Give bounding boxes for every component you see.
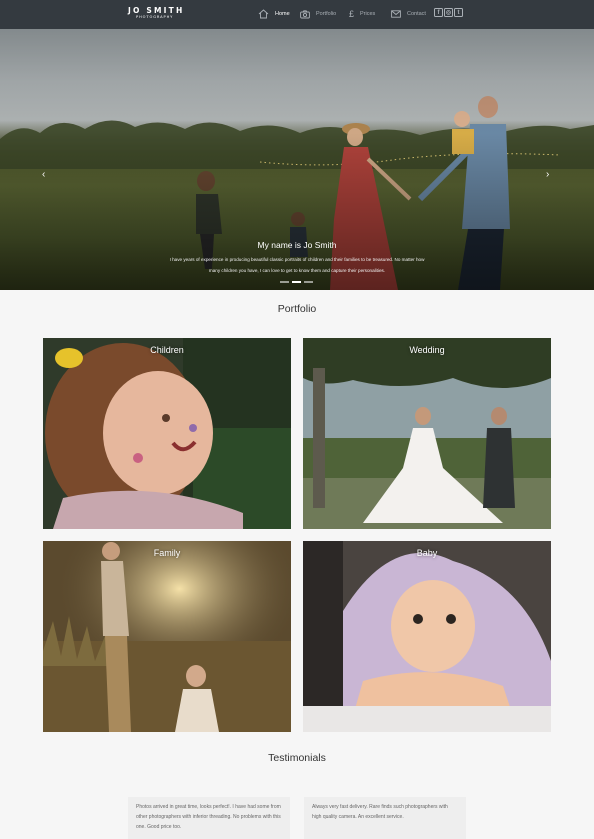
wedding-photo <box>303 338 551 529</box>
nav-home[interactable]: Home <box>258 8 290 20</box>
carousel-prev-button[interactable]: ‹ <box>42 169 45 180</box>
baby-photo <box>303 541 551 732</box>
brand-tagline: PHOTOGRAPHY <box>136 15 174 19</box>
hero-overlay <box>0 29 594 290</box>
carousel-indicator[interactable] <box>304 281 313 283</box>
nav-portfolio-label: Portfolio <box>316 11 337 17</box>
card-caption: Wedding <box>409 345 445 355</box>
card-caption: Family <box>153 548 181 558</box>
carousel-indicators <box>280 281 313 283</box>
nav-portfolio[interactable]: Portfolio <box>300 8 336 20</box>
nav-contact-label: Contact <box>407 11 426 17</box>
nav-prices[interactable]: £ Prices <box>349 8 375 20</box>
portfolio-card-baby[interactable]: Baby <box>303 541 551 732</box>
social-links: f ◎ t <box>434 8 463 17</box>
children-photo <box>43 338 291 529</box>
nav-prices-label: Prices <box>360 11 376 17</box>
testimonial-text: Always very fast delivery. Rare finds su… <box>312 804 448 820</box>
family-photo <box>43 541 291 732</box>
hero-text: I have years of experience in producing … <box>169 257 425 273</box>
nav-home-label: Home <box>275 11 290 17</box>
nav-contact[interactable]: Contact <box>391 8 426 20</box>
carousel-next-button[interactable]: › <box>546 169 549 180</box>
facebook-icon[interactable]: f <box>434 8 443 17</box>
envelope-icon <box>391 10 401 18</box>
pound-icon: £ <box>349 9 355 19</box>
brand-logo[interactable]: JO SMITH PHOTOGRAPHY <box>128 6 184 20</box>
carousel-indicator[interactable] <box>280 281 289 283</box>
brand-name: JO SMITH <box>128 6 185 15</box>
instagram-icon[interactable]: ◎ <box>444 8 453 17</box>
card-caption: Children <box>150 345 184 355</box>
testimonials-title: Testimonials <box>268 752 326 764</box>
testimonial-card: Always very fast delivery. Rare finds su… <box>304 797 466 839</box>
card-caption: Baby <box>416 548 438 558</box>
navbar: JO SMITH PHOTOGRAPHY Home Portfolio £ Pr… <box>0 0 594 29</box>
hero-carousel: ‹ › My name is Jo Smith I have years of … <box>0 29 594 290</box>
portfolio-card-wedding[interactable]: Wedding <box>303 338 551 529</box>
testimonial-card: Photos arrived in great time, looks perf… <box>128 797 290 839</box>
hero-title: My name is Jo Smith <box>257 240 337 250</box>
portfolio-title: Portfolio <box>277 303 317 315</box>
twitter-icon[interactable]: t <box>454 8 463 17</box>
portfolio-card-family[interactable]: Family <box>43 541 291 732</box>
home-icon <box>258 9 269 19</box>
testimonial-text: Photos arrived in great time, looks perf… <box>136 804 281 830</box>
camera-icon <box>300 9 310 18</box>
carousel-indicator[interactable] <box>292 281 301 283</box>
portfolio-card-children[interactable]: Children <box>43 338 291 529</box>
